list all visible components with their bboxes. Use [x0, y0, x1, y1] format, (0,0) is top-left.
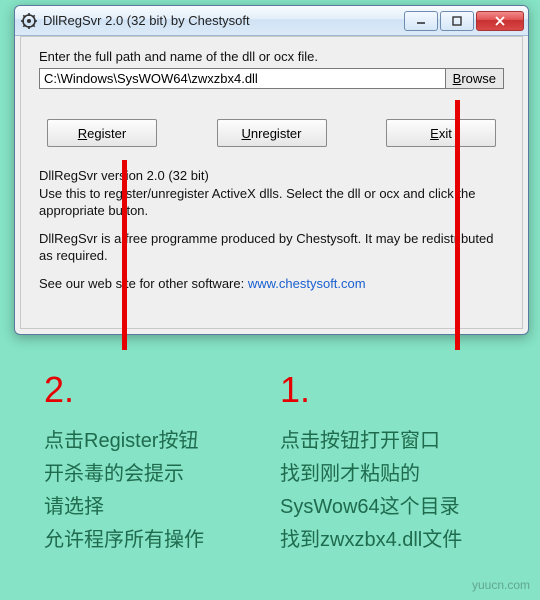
info-seeweb: See our web site for other software:	[39, 276, 248, 291]
minimize-button[interactable]	[404, 11, 438, 31]
app-window: DllRegSvr 2.0 (32 bit) by Chestysoft Ent…	[14, 5, 529, 335]
annotation-line-register	[122, 160, 127, 350]
exit-button[interactable]: Exit	[386, 119, 496, 147]
step2-line3: 请选择	[44, 491, 274, 524]
step2-line2: 开杀毒的会提示	[44, 458, 274, 491]
step1-line3: SysWow64这个目录	[280, 491, 530, 524]
register-button[interactable]: Register	[47, 119, 157, 147]
step1-line1: 点击按钮打开窗口	[280, 425, 530, 458]
step1-line2: 找到刚才粘贴的	[280, 458, 530, 491]
app-icon	[21, 13, 37, 29]
info-free: DllRegSvr is a free programme produced b…	[39, 230, 504, 265]
website-link[interactable]: www.chestysoft.com	[248, 276, 366, 291]
close-button[interactable]	[476, 11, 524, 31]
titlebar[interactable]: DllRegSvr 2.0 (32 bit) by Chestysoft	[15, 6, 528, 36]
unregister-button[interactable]: Unregister	[217, 119, 327, 147]
window-title: DllRegSvr 2.0 (32 bit) by Chestysoft	[43, 13, 404, 28]
step1-number: 1.	[280, 360, 530, 419]
info-usage: Use this to register/unregister ActiveX …	[39, 186, 475, 219]
step2-line1: 点击Register按钮	[44, 425, 274, 458]
step2-number: 2.	[44, 360, 274, 419]
window-controls	[404, 11, 524, 31]
annotation-step1: 1. 点击按钮打开窗口 找到刚才粘贴的 SysWow64这个目录 找到zwxzb…	[280, 360, 530, 557]
annotation-line-browse	[455, 100, 460, 350]
step1-line4: 找到zwxzbx4.dll文件	[280, 524, 530, 557]
info-text: DllRegSvr version 2.0 (32 bit) Use this …	[39, 167, 504, 292]
client-area: Enter the full path and name of the dll …	[20, 36, 523, 329]
path-row: BBrowserowse	[39, 68, 504, 89]
path-input[interactable]	[39, 68, 446, 89]
button-row: Register Unregister Exit	[39, 119, 504, 147]
watermark: yuucn.com	[472, 578, 530, 592]
step2-line4: 允许程序所有操作	[44, 524, 274, 557]
annotation-step2: 2. 点击Register按钮 开杀毒的会提示 请选择 允许程序所有操作	[44, 360, 274, 557]
maximize-button[interactable]	[440, 11, 474, 31]
browse-button[interactable]: BBrowserowse	[446, 68, 504, 89]
instruction-label: Enter the full path and name of the dll …	[39, 49, 504, 64]
